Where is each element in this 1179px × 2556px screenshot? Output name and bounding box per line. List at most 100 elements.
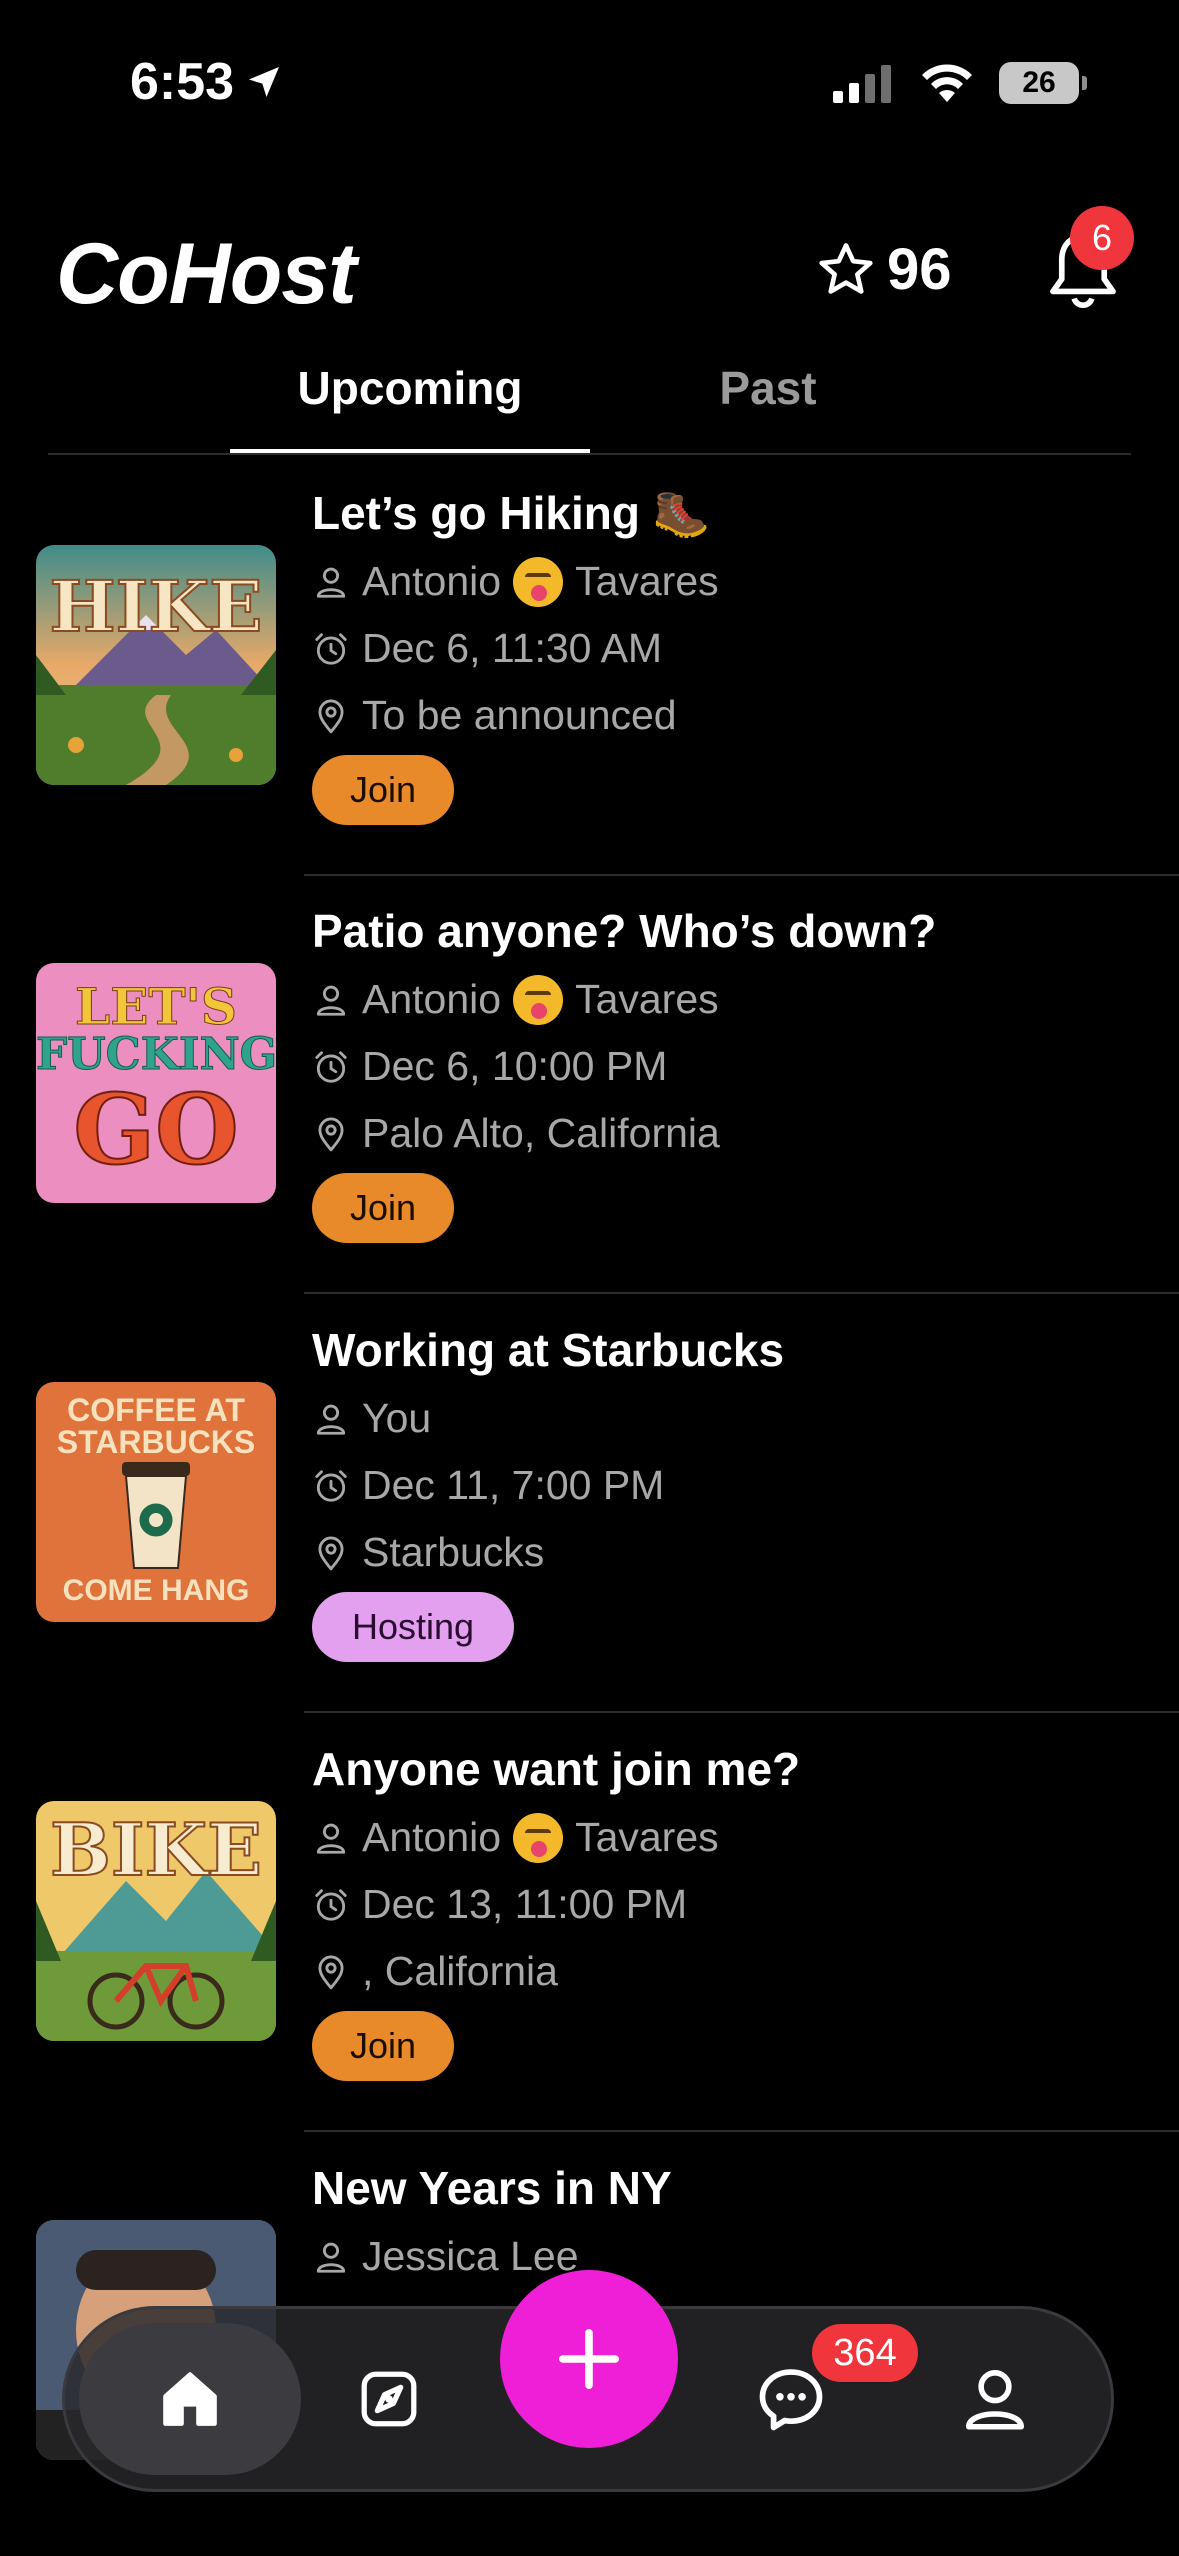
notification-badge: 6 bbox=[1070, 206, 1134, 270]
event-location: , California bbox=[362, 1948, 558, 1994]
person-icon bbox=[316, 1404, 346, 1435]
event-divider bbox=[304, 1711, 1179, 1713]
tongue-emoji-icon bbox=[513, 556, 564, 607]
nav-profile-button[interactable] bbox=[935, 2339, 1055, 2459]
location-pin-icon bbox=[318, 699, 344, 733]
event-card[interactable]: COFFEE AT STARBUCKS COME HANG Working at… bbox=[0, 1295, 1179, 1713]
event-host-row: Antonio Tavares bbox=[312, 966, 936, 1033]
thumbnail-text-line: COME HANG bbox=[62, 1574, 250, 1607]
event-details: Patio anyone? Who’s down? Antonio Tavare… bbox=[312, 896, 936, 1243]
tab-past[interactable]: Past bbox=[588, 355, 948, 453]
event-details: Anyone want join me? Antonio Tavares Dec… bbox=[312, 1734, 800, 2081]
thumbnail-text: HIKE bbox=[48, 564, 263, 649]
app-header: CoHost 96 bbox=[0, 210, 1179, 340]
join-button[interactable]: Join bbox=[312, 1173, 454, 1243]
chat-bubble-icon bbox=[759, 2369, 823, 2431]
hosting-badge[interactable]: Hosting bbox=[312, 1592, 514, 1662]
location-arrow-icon bbox=[249, 67, 280, 97]
messages-badge: 364 bbox=[812, 2324, 918, 2382]
event-details: Let’s go Hiking 🥾 Antonio Tavares Dec 6,… bbox=[312, 478, 719, 825]
create-event-button[interactable] bbox=[500, 2270, 678, 2448]
status-indicators: 26 bbox=[833, 62, 1087, 104]
host-first-name: You bbox=[362, 1395, 432, 1441]
join-button[interactable]: Join bbox=[312, 2011, 454, 2081]
event-time-row: Dec 6, 11:30 AM bbox=[312, 615, 719, 682]
event-location-row: Starbucks bbox=[312, 1519, 784, 1586]
event-details: New Years in NY Jessica Lee bbox=[312, 2153, 672, 2290]
host-first-name: Jessica Lee bbox=[362, 2233, 579, 2279]
event-datetime: Dec 11, 7:00 PM bbox=[362, 1462, 665, 1508]
host-last-name: Tavares bbox=[575, 976, 719, 1022]
thumbnail-text: BIKE bbox=[49, 1806, 263, 1893]
event-datetime: Dec 13, 11:00 PM bbox=[362, 1881, 688, 1927]
status-time: 6:53 bbox=[130, 53, 235, 111]
host-last-name: Tavares bbox=[575, 558, 719, 604]
host-first-name: Antonio bbox=[362, 558, 502, 604]
event-time-row: Dec 11, 7:00 PM bbox=[312, 1452, 784, 1519]
event-host-row: You bbox=[312, 1385, 784, 1452]
event-title: Patio anyone? Who’s down? bbox=[312, 905, 937, 957]
event-location-row: To be announced bbox=[312, 682, 719, 749]
location-pin-icon bbox=[318, 1536, 344, 1570]
wifi-icon bbox=[922, 64, 972, 102]
event-title: Let’s go Hiking 🥾 bbox=[312, 487, 711, 539]
location-pin-icon bbox=[318, 1117, 344, 1151]
event-host-row: Antonio Tavares bbox=[312, 548, 719, 615]
alarm-clock-icon bbox=[315, 1469, 347, 1502]
battery-level: 26 bbox=[1022, 66, 1056, 99]
plus-icon bbox=[558, 2328, 620, 2390]
thumbnail-text-line: GO bbox=[72, 1072, 240, 1187]
home-icon bbox=[163, 2372, 217, 2426]
alarm-clock-icon bbox=[315, 1050, 347, 1083]
nav-explore-button[interactable] bbox=[329, 2339, 449, 2459]
status-bar: 6:53 26 bbox=[0, 0, 1179, 160]
thumbnail-text-line: STARBUCKS bbox=[56, 1424, 256, 1460]
nav-home-button[interactable] bbox=[79, 2323, 301, 2475]
event-location-row: Palo Alto, California bbox=[312, 1100, 936, 1167]
event-title: Anyone want join me? bbox=[312, 1743, 801, 1795]
compass-icon bbox=[361, 2371, 417, 2427]
person-icon bbox=[316, 567, 346, 598]
event-location: To be announced bbox=[362, 692, 677, 738]
event-host-row: Antonio Tavares bbox=[312, 1804, 800, 1871]
event-card[interactable]: LET'S FUCKING GO Patio anyone? Who’s dow… bbox=[0, 876, 1179, 1294]
profile-icon bbox=[966, 2370, 1024, 2430]
event-thumbnail: LET'S FUCKING GO bbox=[36, 963, 276, 1203]
person-icon bbox=[316, 1823, 346, 1854]
battery-indicator: 26 bbox=[999, 62, 1087, 104]
event-card[interactable]: BIKE Anyone want join me? Antonio Tavare… bbox=[0, 1714, 1179, 2132]
points-value: 96 bbox=[887, 237, 952, 302]
event-title: Working at Starbucks bbox=[312, 1324, 785, 1376]
status-time-group: 6:53 bbox=[130, 52, 284, 112]
person-icon bbox=[316, 2242, 346, 2273]
event-thumbnail: BIKE bbox=[36, 1801, 276, 2041]
star-icon bbox=[819, 242, 873, 294]
event-thumbnail: COFFEE AT STARBUCKS COME HANG bbox=[36, 1382, 276, 1622]
event-divider bbox=[304, 1292, 1179, 1294]
coffee-cup-image bbox=[122, 1462, 190, 1569]
points-display[interactable]: 96 bbox=[815, 236, 952, 303]
event-divider bbox=[304, 2130, 1179, 2132]
alarm-clock-icon bbox=[315, 1888, 347, 1921]
event-location: Starbucks bbox=[362, 1529, 545, 1575]
person-icon bbox=[316, 985, 346, 1016]
tab-upcoming[interactable]: Upcoming bbox=[230, 355, 590, 453]
cellular-signal-icon bbox=[833, 65, 891, 103]
alarm-clock-icon bbox=[315, 632, 347, 665]
event-details: Working at Starbucks You Dec 11, 7:00 PM… bbox=[312, 1315, 784, 1662]
event-location-row: , California bbox=[312, 1938, 800, 2005]
event-thumbnail: HIKE bbox=[36, 545, 276, 785]
host-last-name: Tavares bbox=[575, 1814, 719, 1860]
event-time-row: Dec 13, 11:00 PM bbox=[312, 1871, 800, 1938]
location-pin-icon bbox=[318, 1955, 344, 1989]
event-location: Palo Alto, California bbox=[362, 1110, 720, 1156]
tongue-emoji-icon bbox=[513, 974, 564, 1025]
app-logo: CoHost bbox=[56, 226, 357, 322]
event-time-row: Dec 6, 10:00 PM bbox=[312, 1033, 936, 1100]
host-first-name: Antonio bbox=[362, 1814, 502, 1860]
join-button[interactable]: Join bbox=[312, 755, 454, 825]
event-datetime: Dec 6, 10:00 PM bbox=[362, 1043, 668, 1089]
event-card[interactable]: HIKE Let’s go Hiking 🥾 Antonio Tavares D… bbox=[0, 458, 1179, 876]
event-datetime: Dec 6, 11:30 AM bbox=[362, 625, 663, 671]
thumbnail-text-line: LET'S bbox=[75, 977, 238, 1037]
